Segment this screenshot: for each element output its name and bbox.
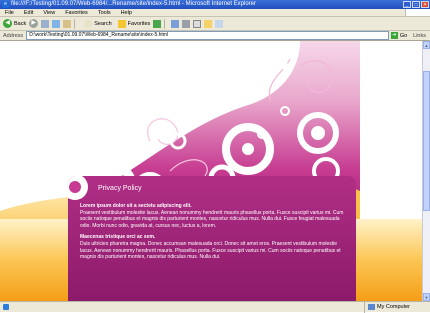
zone-label: My Computer: [376, 304, 410, 310]
close-button[interactable]: ✕: [421, 1, 429, 8]
panel-body: Lorem ipsum dolor sit a sectetu adipisci…: [80, 203, 348, 266]
page-content: Privacy Policy Lorem ipsum dolor sit a s…: [0, 41, 422, 301]
toolbar-separator: [164, 18, 166, 29]
paragraph-2-text: Duis ultricies pharetra magna. Donec acc…: [80, 240, 341, 261]
ring-badge-icon: [68, 176, 88, 200]
address-label: Address: [3, 32, 24, 39]
toolbar: ◀ Back ▶ Search Favorites: [0, 17, 430, 31]
address-input[interactable]: D:\work\Testing\01.09.07\Web-6984_Rename…: [26, 31, 389, 40]
menu-bar: File Edit View Favorites Tools Help: [0, 9, 430, 17]
paragraph-1-heading: Lorem ipsum dolor sit a sectetu adipisci…: [80, 203, 192, 209]
title-bar: e file:///F:/Testing/01.09.07/Web-6984/.…: [0, 0, 430, 9]
forward-button[interactable]: ▶: [29, 19, 39, 28]
paragraph-1: Lorem ipsum dolor sit a sectetu adipisci…: [80, 203, 348, 229]
paragraph-2-heading: Maecenas tristique orci ac sem.: [80, 234, 156, 241]
minimize-button[interactable]: _: [403, 1, 411, 8]
refresh-icon[interactable]: [52, 19, 61, 28]
menu-file[interactable]: File: [0, 10, 19, 16]
search-icon: [84, 19, 93, 28]
favorites-button[interactable]: Favorites: [115, 19, 150, 28]
folder-icon[interactable]: [204, 19, 213, 28]
privacy-policy-panel: Privacy Policy Lorem ipsum dolor sit a s…: [68, 176, 356, 301]
forward-arrow-icon: ▶: [29, 19, 39, 28]
go-button[interactable]: ➜ Go: [389, 32, 409, 39]
links-button[interactable]: Links: [409, 33, 430, 39]
my-computer-icon: [367, 304, 375, 310]
vertical-scrollbar[interactable]: ▲ ▼: [422, 41, 430, 301]
ie-icon: e: [2, 1, 9, 8]
address-bar: Address D:\work\Testing\01.09.07\Web-698…: [0, 31, 430, 41]
page-done-icon: [3, 304, 9, 310]
menu-edit[interactable]: Edit: [19, 10, 38, 16]
menu-favorites[interactable]: Favorites: [60, 10, 93, 16]
window-title: file:///F:/Testing/01.09.07/Web-6984/...…: [11, 1, 257, 7]
print-icon[interactable]: [182, 19, 191, 28]
panel-title: Privacy Policy: [98, 185, 142, 192]
messenger-icon[interactable]: [215, 19, 224, 28]
paragraph-1-text: Praesent vestibulum molestie lacus. Aene…: [80, 209, 344, 229]
zone-indicator: My Computer: [363, 301, 430, 313]
toolbar-separator: [74, 18, 76, 29]
back-arrow-icon: ◀: [3, 19, 12, 28]
scroll-thumb[interactable]: [423, 71, 430, 211]
windows-logo: [405, 9, 430, 16]
home-icon[interactable]: [63, 19, 72, 28]
search-button[interactable]: Search: [81, 19, 112, 28]
menu-tools[interactable]: Tools: [93, 10, 116, 16]
mail-icon[interactable]: [171, 19, 180, 28]
go-arrow-icon: ➜: [390, 32, 398, 39]
paragraph-2: Maecenas tristique orci ac sem. Duis ult…: [80, 234, 348, 260]
star-icon: [117, 19, 126, 28]
scroll-down-arrow-icon[interactable]: ▼: [423, 293, 430, 301]
edit-icon[interactable]: [193, 19, 202, 28]
menu-view[interactable]: View: [38, 10, 60, 16]
maximize-button[interactable]: □: [412, 1, 420, 8]
back-button[interactable]: ◀ Back: [3, 19, 26, 28]
media-icon[interactable]: [153, 19, 162, 28]
stop-icon[interactable]: [41, 19, 50, 28]
scroll-up-arrow-icon[interactable]: ▲: [423, 41, 430, 49]
status-bar: My Computer: [0, 301, 430, 313]
menu-help[interactable]: Help: [116, 10, 137, 16]
